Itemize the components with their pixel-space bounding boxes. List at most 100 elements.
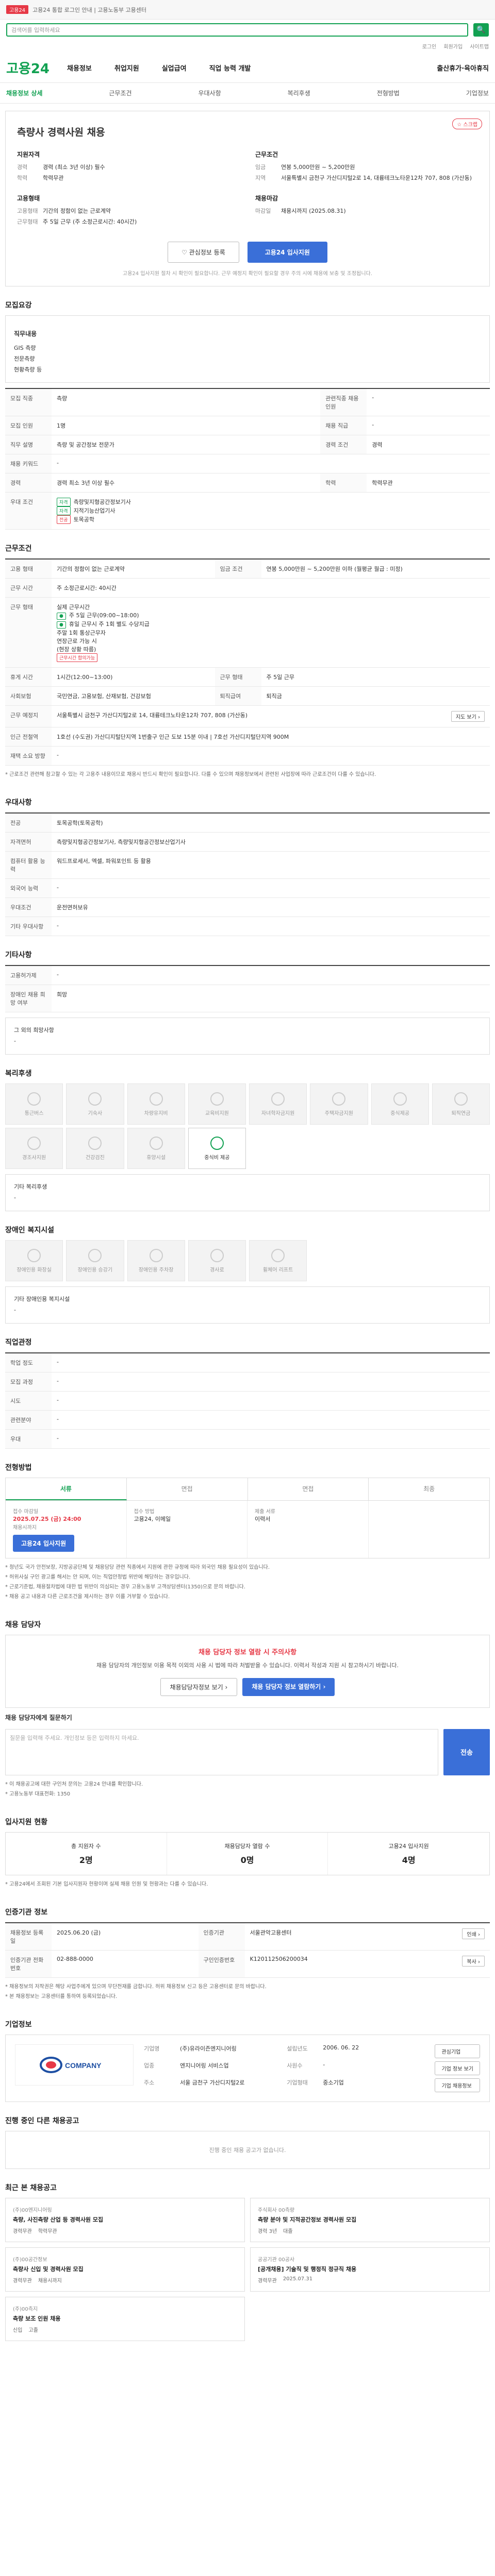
welfare-item: 중식제공 xyxy=(371,1083,429,1125)
company-jobs-button[interactable]: 기업 채용정보 xyxy=(435,2078,480,2092)
anchor-detail[interactable]: 채용정보 상세 xyxy=(6,89,42,97)
gnb-item-support[interactable]: 취업지원 xyxy=(114,63,139,73)
facility-item: 휠체어 리프트 xyxy=(249,1240,307,1282)
house-icon xyxy=(88,1092,102,1106)
meal-allowance-icon xyxy=(210,1136,224,1150)
process-apply-button[interactable]: 고용24 입사지원 xyxy=(13,1534,75,1552)
qna-textarea[interactable]: 질문을 입력해 주세요. 개인정보 등은 입력하지 마세요. xyxy=(5,1728,438,1775)
map-button[interactable]: 지도 보기 › xyxy=(451,711,485,722)
welfare-item-active: 중식비 제공 xyxy=(188,1128,246,1170)
section-recruiter: 채용 담당자 채용 담당자 정보 열람 시 주의사항 채용 담당자의 개인정보 … xyxy=(5,1619,490,1803)
scrap-button[interactable]: ☆ 스크랩 xyxy=(452,118,482,129)
gnb-item-leave[interactable]: 출산휴가·육아휴직 xyxy=(437,63,489,73)
table-row: 고용 형태 기간의 정함이 없는 근로계약 임금 조건 연봉 5,000만원 ~ 5,… xyxy=(5,559,490,579)
conditions-table: 고용 형태 기간의 정함이 없는 근로계약 임금 조건 연봉 5,000만원 ~ 5,… xyxy=(5,558,490,766)
company-detail-button[interactable]: 기업 정보 보기 xyxy=(435,2061,480,2075)
job-title: 측량사 경력사원 채용 xyxy=(17,127,105,138)
anchor-preference[interactable]: 우대사항 xyxy=(198,89,221,97)
welfare-item: 휴양시설 xyxy=(127,1128,185,1170)
gnb-item-unemployment[interactable]: 실업급여 xyxy=(162,63,187,73)
other-extra-box: 그 외의 희망사항 - xyxy=(5,1018,490,1055)
section-title: 기업정보 xyxy=(5,2020,32,2029)
hero-note: 고용24 입사지원 절차 시 확인이 필요합니다. 근무 예정지 확인이 필요할… xyxy=(123,271,372,277)
pension-icon xyxy=(454,1092,468,1106)
graduation-icon xyxy=(271,1092,285,1106)
company-logo-icon: COMPANY xyxy=(40,2056,102,2073)
table-row: 인증기관 전화번호 02-888-0000 구인인증번호 K1201125062000… xyxy=(5,1950,490,1978)
section-agency-info: 인증기관 정보 채용정보 등록일 2025.06.20 (금) 인증기관 서울관악고용… xyxy=(5,1907,490,2006)
table-row: 근무 예정지 서울특별시 금천구 가산디지털2로 14, 대륭테크노타운12차 7… xyxy=(5,705,490,728)
table-row: 우대 - xyxy=(5,1429,490,1449)
welfare-item: 차량유지비 xyxy=(127,1083,185,1125)
qna-submit-button[interactable]: 전송 xyxy=(443,1728,490,1775)
table-row: 컴퓨터 활용 능력 워드프로세서, 엑셀, 파워포인트 등 활용 xyxy=(5,851,490,879)
section-title: 전형방법 xyxy=(5,1463,32,1472)
welfare-item: 퇴직연금 xyxy=(432,1083,490,1125)
section-conditions: 근무조건 고용 형태 기간의 정함이 없는 근로계약 임금 조건 연봉 5,000만원… xyxy=(5,543,490,784)
recent-job-card[interactable]: (주)00공간정보 측량사 신입 및 경력사원 모집 경력무관 채용시까지 xyxy=(5,2247,245,2292)
company-favorite-button[interactable]: 관심기업 xyxy=(435,2044,480,2058)
section-title: 입사지원 현황 xyxy=(5,1818,48,1826)
recent-job-card[interactable]: (주)00엔지니어링 측량, 사진측량 산업 등 경력사원 모집 경력무관 학력무… xyxy=(5,2197,245,2242)
gift-icon xyxy=(27,1136,41,1150)
welfare-item: 교육비지원 xyxy=(188,1083,246,1125)
interest-button[interactable]: ♡ 관심정보 등록 xyxy=(168,242,239,263)
site-logo[interactable]: 고용24 xyxy=(6,58,50,77)
recent-job-card[interactable]: 공공기관 00공사 [공개채용] 기술직 및 행정직 정규직 채용 경력무관 20… xyxy=(250,2247,490,2292)
util-join[interactable]: 회원가입 xyxy=(443,42,463,50)
global-nav: 고용24 채용정보 취업지원 실업급여 직업 능력 개발 출산휴가·육아휴직 xyxy=(0,53,495,83)
section-title: 모집요강 xyxy=(5,301,32,310)
recruiter-notes: * 이 채용공고에 대한 구인처 문의는 고용24 안내를 확인합니다. * 고… xyxy=(5,1781,143,1797)
tab-final[interactable]: 최종 xyxy=(369,1478,489,1500)
section-company: 기업정보 COMPANY 기업명 (주)유라이즌엔지니어링 설립년도 2006. 0… xyxy=(5,2019,490,2102)
recent-job-card[interactable]: (주)00측지 측량 보조 인원 채용 신입 고졸 xyxy=(5,2296,245,2341)
recruiter-view-button[interactable]: 채용담당자정보 보기 › xyxy=(160,1677,238,1696)
gnb-item-training[interactable]: 직업 능력 개발 xyxy=(209,63,251,73)
recruiter-contact-button[interactable]: 채용 담당자 정보 열람하기 › xyxy=(242,1677,335,1696)
util-sitemap[interactable]: 사이트맵 xyxy=(470,42,489,50)
toilet-icon xyxy=(27,1248,41,1262)
util-login[interactable]: 로그인 xyxy=(422,42,437,50)
anchor-conditions[interactable]: 근무조건 xyxy=(109,89,131,97)
table-row: 채용정보 등록일 2025.06.20 (금) 인증기관 서울관악고용센터 인쇄 › xyxy=(5,1922,490,1951)
table-row: 고용허가제 - xyxy=(5,965,490,986)
search-button[interactable]: 🔍 xyxy=(473,23,489,37)
section-recruit: 모집요강 직무내용 GIS 측량 전문측량 현황측량 등 모집 직종 측량 관련직종… xyxy=(5,300,490,530)
summary-group-conditions: 근무조건 임금 연봉 5,000만원 ~ 5,200만원 지역 서울특별시 금천구 … xyxy=(255,151,472,181)
company-logo: COMPANY xyxy=(15,2044,134,2086)
table-row: 전공 토목공학(토목공학) xyxy=(5,813,490,833)
major-tag: 전공 xyxy=(57,515,71,524)
tab-interview-2[interactable]: 면접 xyxy=(248,1478,369,1500)
section-recent-jobs: 최근 본 채용공고 (주)00엔지니어링 측량, 사진측량 산업 등 경력사원 … xyxy=(5,2182,490,2341)
anchor-process[interactable]: 전형방법 xyxy=(377,89,400,97)
logo-text: COMPANY xyxy=(65,2061,102,2070)
welfare-item: 주택자금지원 xyxy=(310,1083,368,1125)
recruit-table: 모집 직종 측량 관련직종 채용 인원 - 모집 인원 1명 채용 직급 - 직무 설명 측량… xyxy=(5,388,490,530)
top-notice-text[interactable]: 고용24 통합 로그인 안내 | 고용노동부 고용센터 xyxy=(32,6,146,14)
section-title: 채용 담당자 xyxy=(5,1620,41,1629)
anchor-welfare[interactable]: 복리후생 xyxy=(288,89,310,97)
home-loan-icon xyxy=(332,1092,346,1106)
table-row: 근무 시간 주 소정근로시간: 40시간 xyxy=(5,578,490,598)
tab-interview-1[interactable]: 면접 xyxy=(127,1478,248,1500)
car-icon xyxy=(149,1092,163,1106)
welfare-item: 건강검진 xyxy=(66,1128,124,1170)
apply-button[interactable]: 고용24 입사지원 xyxy=(247,242,327,263)
preference-table: 전공 토목공학(토목공학) 자격면허 측량및지형공간정보기사, 측량및지형공간정보산… xyxy=(5,812,490,937)
anchor-company[interactable]: 기업정보 xyxy=(466,89,489,97)
tab-documents[interactable]: 서류 xyxy=(6,1478,127,1500)
print-button[interactable]: 인쇄 › xyxy=(462,1928,485,1939)
section-title: 최근 본 채용공고 xyxy=(5,2183,57,2192)
recent-job-card[interactable]: 주식회사 00측량 측량 분야 및 지적공간정보 경력사원 모집 경력 3년 대졸 xyxy=(250,2197,490,2242)
facility-item: 장애인용 화장실 xyxy=(5,1240,63,1282)
section-title: 직업관정 xyxy=(5,1338,32,1347)
table-row: 장애인 채용 희망 여부 희망 xyxy=(5,985,490,1013)
status-row: 총 지원자 수 2명 채용담당자 열람 수 0명 고용24 입사지원 4명 xyxy=(5,1832,490,1875)
welfare-item: 경조사지원 xyxy=(5,1128,63,1170)
table-row: 자격면허 측량및지형공간정보기사, 측량및지형공간정보산업기사 xyxy=(5,832,490,852)
cert-tag: 자격 xyxy=(57,498,71,507)
gnb-item-jobs[interactable]: 채용정보 xyxy=(67,63,92,73)
table-row: 근무 형태 실제 근무시간 ● 주 5일 근무(09:00~18:00) ● 휴일 … xyxy=(5,597,490,668)
search-input[interactable]: 검색어를 입력하세요 xyxy=(6,23,468,37)
copy-button[interactable]: 복사 › xyxy=(462,1955,485,1967)
